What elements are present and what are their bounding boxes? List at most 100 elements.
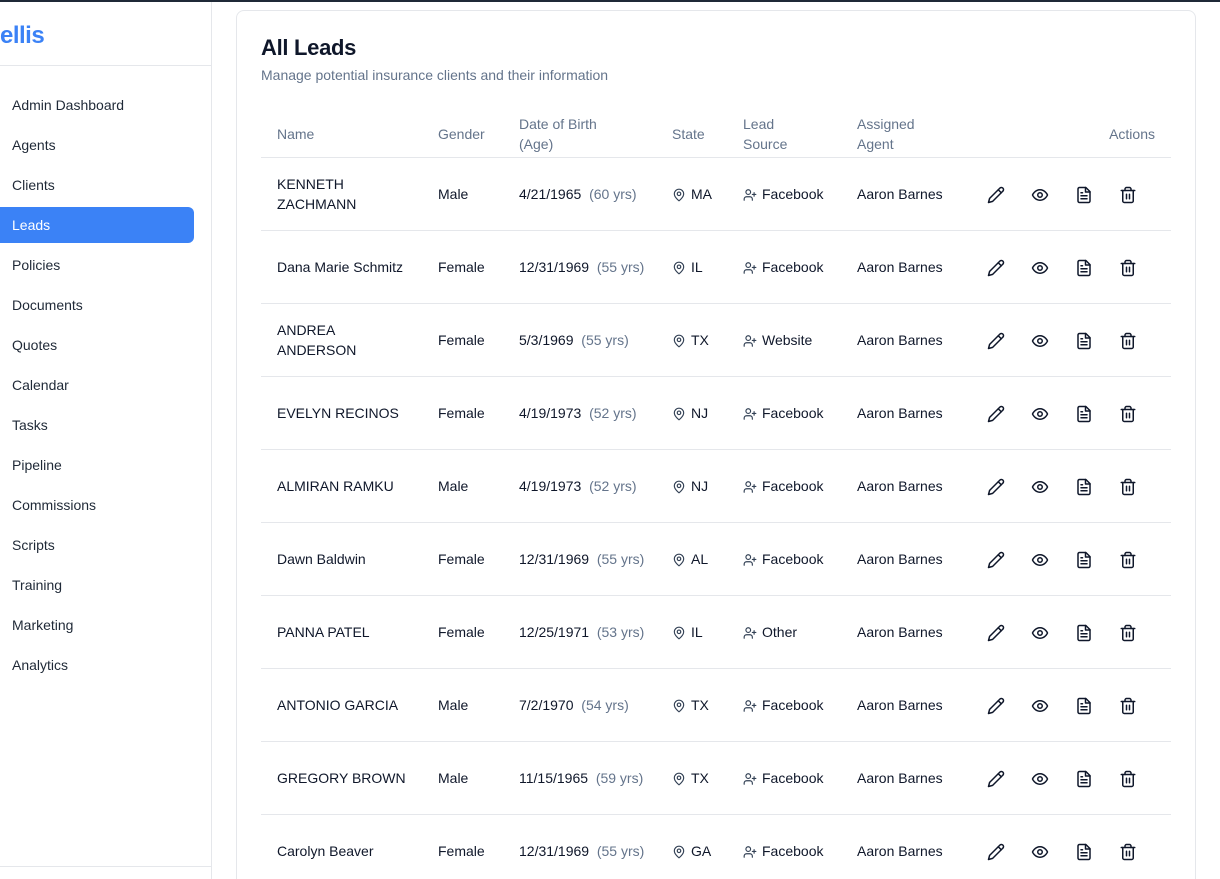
eye-icon[interactable] <box>1031 405 1049 423</box>
sidebar-item-label: Tasks <box>12 417 48 433</box>
trash-icon[interactable] <box>1119 770 1137 788</box>
table-row[interactable]: ANDREA ANDERSON Female 5/3/1969 (55 yrs) TX… <box>261 303 1171 377</box>
column-header-lead-source[interactable]: Lead Source <box>727 111 841 158</box>
document-icon[interactable] <box>1075 186 1093 204</box>
table-row[interactable]: EVELYN RECINOS Female 4/19/1973 (52 yrs) NJ… <box>261 376 1171 450</box>
eye-icon[interactable] <box>1031 186 1049 204</box>
leads-card: All Leads Manage potential insurance cli… <box>236 10 1196 879</box>
pencil-icon[interactable] <box>987 405 1005 423</box>
eye-icon[interactable] <box>1031 624 1049 642</box>
sidebar-item-label: Analytics <box>12 657 69 673</box>
lead-dob: 5/3/1969 (55 yrs) <box>503 303 656 377</box>
sidebar-item-clients[interactable]: Clients <box>0 167 194 203</box>
lead-state: NJ <box>656 376 727 450</box>
table-row[interactable]: KENNETH ZACHMANN Male 4/21/1965 (60 yrs) MA… <box>261 157 1171 231</box>
pencil-icon[interactable] <box>987 697 1005 715</box>
sidebar-item-scripts[interactable]: Scripts <box>0 527 194 563</box>
trash-icon[interactable] <box>1119 624 1137 642</box>
trash-icon[interactable] <box>1119 186 1137 204</box>
column-header-dob[interactable]: Date of Birth (Age) <box>503 111 656 158</box>
document-icon[interactable] <box>1075 697 1093 715</box>
sidebar-item-pipeline[interactable]: Pipeline <box>0 447 194 483</box>
document-icon[interactable] <box>1075 551 1093 569</box>
column-header-assigned-agent[interactable]: Assigned Agent <box>841 111 963 158</box>
pencil-icon[interactable] <box>987 624 1005 642</box>
lead-name[interactable]: Dana Marie Schmitz <box>261 230 422 304</box>
eye-icon[interactable] <box>1031 551 1049 569</box>
table-row[interactable]: GREGORY BROWN Male 11/15/1965 (59 yrs) TX Fa… <box>261 741 1171 815</box>
table-row[interactable]: PANNA PATEL Female 12/25/1971 (53 yrs) IL Ot… <box>261 595 1171 669</box>
row-actions <box>963 522 1171 596</box>
pencil-icon[interactable] <box>987 843 1005 861</box>
document-icon[interactable] <box>1075 843 1093 861</box>
lead-name[interactable]: ANTONIO GARCIA <box>261 668 422 742</box>
sidebar-item-quotes[interactable]: Quotes <box>0 327 194 363</box>
table-header-row: Name Gender Date of Birth (Age) State Lea… <box>261 111 1171 158</box>
lead-name[interactable]: EVELYN RECINOS <box>261 376 422 450</box>
eye-icon[interactable] <box>1031 770 1049 788</box>
sidebar-item-tasks[interactable]: Tasks <box>0 407 194 443</box>
eye-icon[interactable] <box>1031 697 1049 715</box>
lead-name[interactable]: KENNETH ZACHMANN <box>261 157 422 231</box>
pencil-icon[interactable] <box>987 478 1005 496</box>
dob-age: (59 yrs) <box>595 769 644 786</box>
lead-name[interactable]: ALMIRAN RAMKU <box>261 449 422 523</box>
lead-gender: Female <box>422 230 503 304</box>
sidebar-item-documents[interactable]: Documents <box>0 287 194 323</box>
column-header-gender[interactable]: Gender <box>422 111 503 158</box>
document-icon[interactable] <box>1075 405 1093 423</box>
trash-icon[interactable] <box>1119 332 1137 350</box>
eye-icon[interactable] <box>1031 259 1049 277</box>
lead-state: MA <box>656 157 727 231</box>
trash-icon[interactable] <box>1119 843 1137 861</box>
pencil-icon[interactable] <box>987 186 1005 204</box>
sidebar-item-policies[interactable]: Policies <box>0 247 194 283</box>
lead-state: NJ <box>656 449 727 523</box>
column-header-state[interactable]: State <box>656 111 727 158</box>
pencil-icon[interactable] <box>987 551 1005 569</box>
sidebar-item-commissions[interactable]: Commissions <box>0 487 194 523</box>
table-row[interactable]: Dana Marie Schmitz Female 12/31/1969 (55 y… <box>261 230 1171 304</box>
eye-icon[interactable] <box>1031 843 1049 861</box>
document-icon[interactable] <box>1075 259 1093 277</box>
brand-logo[interactable]: ellis <box>0 2 211 66</box>
trash-icon[interactable] <box>1119 697 1137 715</box>
eye-icon[interactable] <box>1031 478 1049 496</box>
trash-icon[interactable] <box>1119 551 1137 569</box>
lead-gender: Male <box>422 157 503 231</box>
trash-icon[interactable] <box>1119 405 1137 423</box>
table-row[interactable]: Carolyn Beaver Female 12/31/1969 (55 yrs) G… <box>261 814 1171 879</box>
map-pin-icon <box>672 406 686 420</box>
lead-name[interactable]: PANNA PATEL <box>261 595 422 669</box>
trash-icon[interactable] <box>1119 259 1137 277</box>
sidebar-item-training[interactable]: Training <box>0 567 194 603</box>
document-icon[interactable] <box>1075 478 1093 496</box>
assigned-agent: Aaron Barnes <box>841 157 963 231</box>
document-icon[interactable] <box>1075 624 1093 642</box>
table-row[interactable]: Dawn Baldwin Female 12/31/1969 (55 yrs) AL F… <box>261 522 1171 596</box>
pencil-icon[interactable] <box>987 259 1005 277</box>
lead-name[interactable]: GREGORY BROWN <box>261 741 422 815</box>
pencil-icon[interactable] <box>987 770 1005 788</box>
user-plus-icon <box>743 333 757 347</box>
sidebar-item-admin-dashboard[interactable]: Admin Dashboard <box>0 87 194 123</box>
document-icon[interactable] <box>1075 770 1093 788</box>
lead-name[interactable]: Carolyn Beaver <box>261 814 422 879</box>
sidebar-item-leads[interactable]: Leads <box>0 207 194 243</box>
lead-source: Facebook <box>727 814 841 879</box>
sidebar-item-calendar[interactable]: Calendar <box>0 367 194 403</box>
pencil-icon[interactable] <box>987 332 1005 350</box>
column-header-name[interactable]: Name <box>261 111 422 158</box>
sidebar-item-label: Clients <box>12 177 55 193</box>
lead-name[interactable]: ANDREA ANDERSON <box>261 303 422 377</box>
lead-gender: Female <box>422 814 503 879</box>
table-row[interactable]: ALMIRAN RAMKU Male 4/19/1973 (52 yrs) NJ Fac… <box>261 449 1171 523</box>
document-icon[interactable] <box>1075 332 1093 350</box>
sidebar-item-analytics[interactable]: Analytics <box>0 647 194 683</box>
lead-name[interactable]: Dawn Baldwin <box>261 522 422 596</box>
sidebar-item-marketing[interactable]: Marketing <box>0 607 194 643</box>
sidebar-item-agents[interactable]: Agents <box>0 127 194 163</box>
trash-icon[interactable] <box>1119 478 1137 496</box>
eye-icon[interactable] <box>1031 332 1049 350</box>
table-row[interactable]: ANTONIO GARCIA Male 7/2/1970 (54 yrs) TX Fac… <box>261 668 1171 742</box>
